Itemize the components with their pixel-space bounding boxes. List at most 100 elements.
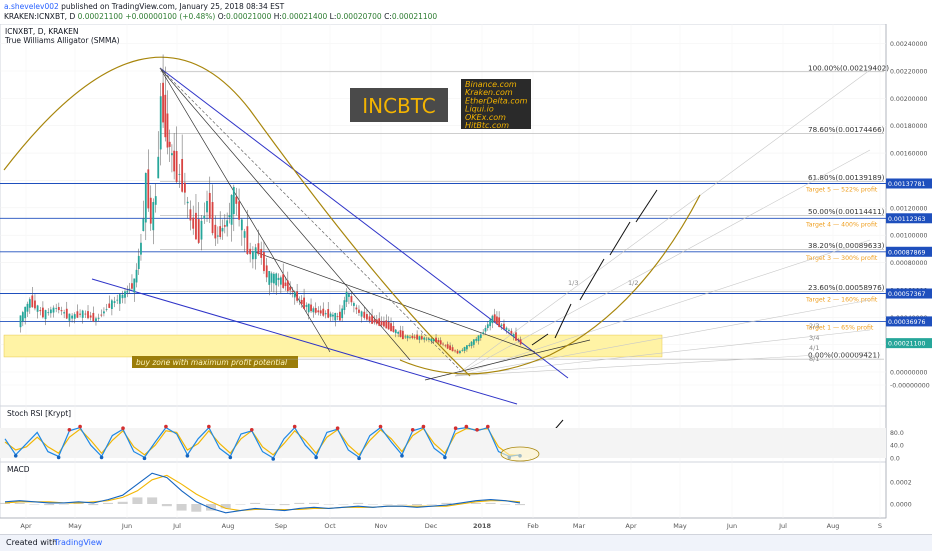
author-link[interactable]: a.shevelev002 — [4, 2, 59, 11]
candle-body — [300, 299, 303, 305]
candle-body — [221, 228, 224, 232]
candle-body — [175, 151, 178, 182]
candle-body — [399, 330, 402, 337]
macd-title: MACD — [7, 465, 30, 474]
candle-body — [200, 220, 203, 240]
target-price-badge-text: 0.00057367 — [888, 291, 925, 298]
time-tick-label: May — [68, 522, 82, 530]
candle-body — [140, 242, 142, 255]
candle-body — [149, 197, 152, 224]
price-tick-label: 0.00240000 — [890, 41, 927, 48]
macd-series[interactable] — [0, 472, 525, 514]
stoch-tick-label: 80.0 — [890, 430, 904, 437]
open-value: 0.00021000 — [226, 12, 272, 21]
fan-label: 4/1 — [809, 344, 819, 352]
candle-body — [246, 226, 249, 255]
candle-body — [279, 277, 282, 285]
price-axis[interactable]: 0.00240000 0.00220000 0.00200000 0.00180000… — [890, 41, 930, 508]
exchange-name: HitBtc.com — [465, 121, 509, 130]
candle-body — [135, 269, 138, 283]
chart-frame[interactable]: 0.00240000 0.00220000 0.00200000 0.00180000… — [0, 24, 932, 534]
macd-histogram-bar — [58, 504, 69, 505]
candle-body — [477, 335, 480, 342]
target-price-badge-text: 0.00036976 — [888, 319, 925, 326]
price-tick-label: 0.00100000 — [890, 233, 927, 240]
tradingview-brand[interactable]: TradingView — [54, 538, 102, 547]
candle-body — [322, 308, 325, 316]
candle-body — [380, 320, 383, 326]
target-levels[interactable]: Target 5 — 522% profit 0.00137781 Target 4… — [0, 178, 932, 349]
candle-body — [468, 344, 471, 346]
stoch-oversold-dot — [13, 454, 18, 458]
candle-body — [413, 336, 416, 338]
target-price-badge-text: 0.00137781 — [888, 181, 925, 188]
time-tick-label: Sep — [275, 522, 287, 530]
candle-body — [392, 325, 395, 332]
price-change: +0.00000100 (+0.48%) — [125, 12, 216, 21]
low-value: 0.00020700 — [336, 12, 382, 21]
candle-body — [79, 313, 81, 315]
candle-body — [24, 306, 27, 319]
time-tick-label: Jul — [778, 522, 787, 530]
stoch-oversold-circle — [500, 446, 540, 462]
time-tick-label: Apr — [625, 522, 637, 530]
open-label: O: — [217, 12, 227, 21]
macd-histogram-bar — [470, 502, 481, 504]
candle-body — [173, 150, 176, 172]
candle-body — [133, 278, 136, 293]
stoch-band — [0, 428, 886, 458]
stoch-oversold-dot — [443, 455, 447, 460]
time-axis[interactable]: Apr May Jun Jul Aug Sep Oct Nov Dec 2018 Feb Mar Apr… — [20, 522, 882, 530]
macd-histogram-bar — [367, 504, 378, 505]
candle-body — [270, 273, 273, 283]
macd-histogram-bar — [250, 502, 261, 504]
candle-body — [131, 283, 133, 289]
fan-label: 2/3 — [809, 322, 819, 330]
candle-body — [171, 153, 173, 156]
projection-arrows[interactable] — [529, 189, 658, 459]
candle-body — [178, 173, 181, 175]
candle-body — [446, 344, 449, 349]
candle-body — [296, 291, 299, 301]
publish-line: a.shevelev002 published on TradingView.c… — [4, 2, 284, 11]
high-label: H: — [273, 12, 282, 21]
fan-label: 3/4 — [809, 334, 819, 342]
trendline-1[interactable] — [159, 67, 331, 353]
candle-body — [363, 311, 366, 318]
price-tick-label: 0.00180000 — [890, 123, 927, 130]
candle-body — [60, 310, 63, 312]
macd-histogram-bar — [176, 504, 187, 511]
macd-histogram-bar — [235, 504, 246, 505]
close-label: C: — [384, 12, 392, 21]
candle-body — [305, 305, 308, 307]
candle-body — [343, 300, 346, 311]
candle-body — [282, 274, 285, 288]
candle-body — [162, 82, 164, 123]
macd-histogram-bar — [397, 504, 408, 505]
candle-body — [317, 310, 320, 313]
macd-pane[interactable] — [0, 461, 887, 519]
candle-body — [423, 337, 426, 340]
candle-body — [84, 313, 87, 315]
candle-body — [449, 345, 451, 351]
candle-body — [219, 226, 222, 238]
candle-body — [26, 303, 29, 312]
time-tick-label: Apr — [20, 522, 32, 530]
candle-body — [378, 318, 381, 326]
candle-body — [226, 220, 229, 227]
time-tick-label: Mar — [573, 522, 586, 530]
candle-body — [142, 218, 145, 231]
candle-body — [491, 315, 494, 324]
candle-body — [459, 351, 461, 354]
macd-histogram-bar — [500, 504, 511, 505]
candle-body — [243, 231, 246, 238]
candle-body — [272, 273, 275, 284]
stoch-oversold-dot — [142, 456, 147, 461]
candle-body — [28, 299, 31, 308]
fib-label: 50.00%(0.00114411) — [808, 207, 885, 216]
arrow-4 — [609, 221, 631, 256]
current-price-badge-text: 0.00021100 — [888, 341, 925, 348]
time-tick-label: Oct — [324, 522, 336, 530]
candle-body — [126, 290, 129, 293]
candle-body — [401, 330, 404, 340]
